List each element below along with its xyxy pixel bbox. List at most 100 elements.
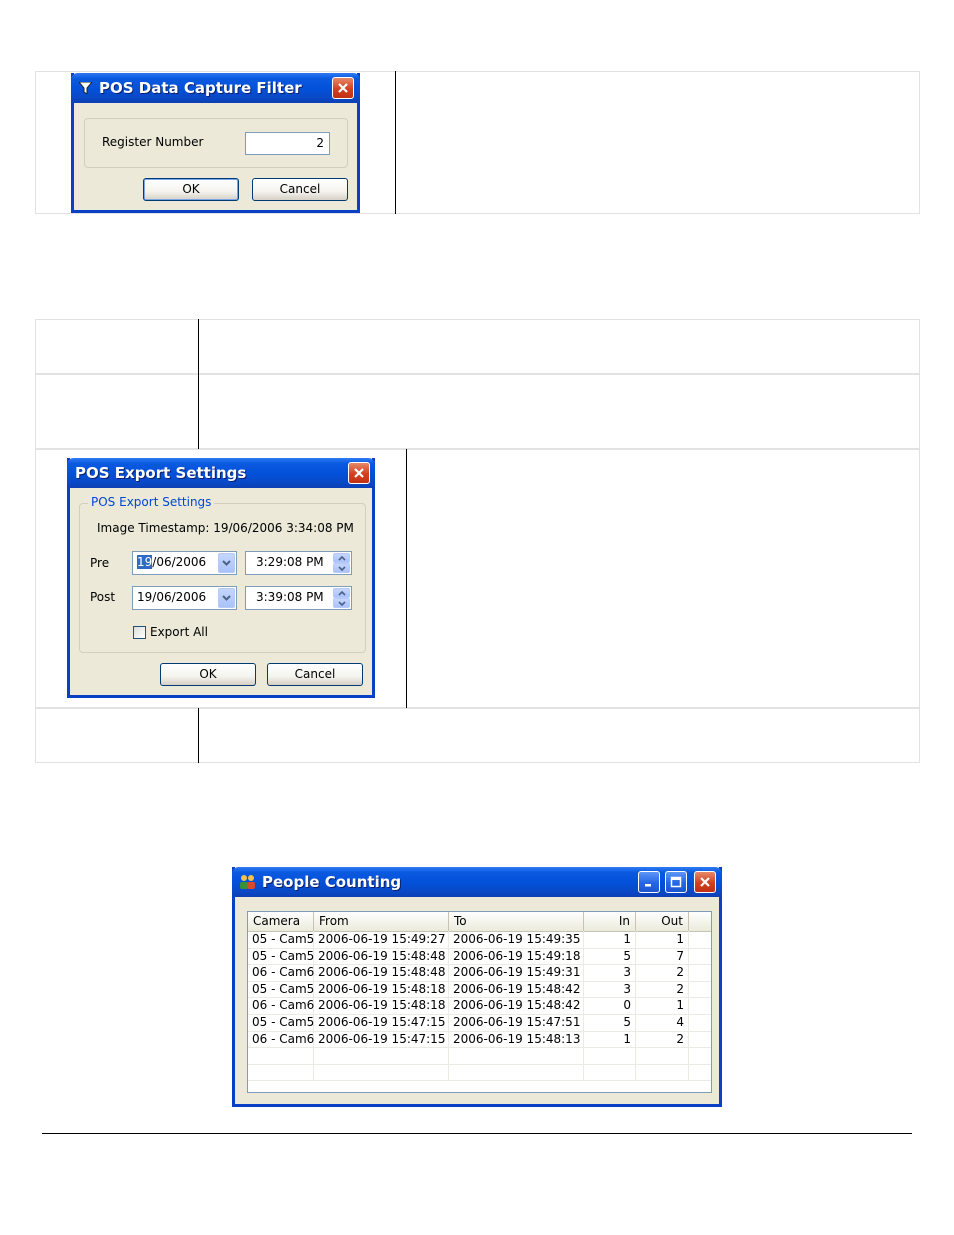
post-date-dropdown-button[interactable] (218, 588, 235, 608)
post-time-spinner[interactable]: 3:39:08 PM (245, 586, 352, 610)
dialog-title: POS Data Capture Filter (99, 79, 302, 97)
table-row[interactable]: 05 - Cam5 2006-06-19 15:47:15 2006-06-19 1… (248, 1014, 711, 1032)
doc-table-2-row-1-divider (198, 319, 199, 374)
ok-button[interactable]: OK (143, 178, 239, 201)
pre-date-rest: /06/2006 (152, 555, 207, 569)
doc-table-1-divider (395, 71, 396, 214)
table-cell: 2006-06-19 15:48:42 (449, 997, 584, 1014)
table-cell: 3 (584, 980, 636, 998)
table-cell (314, 1063, 449, 1081)
maximize-button[interactable] (665, 871, 687, 893)
image-timestamp: Image Timestamp: 19/06/2006 3:34:08 PM (97, 521, 354, 535)
people-icon (240, 875, 255, 889)
table-cell: 2 (636, 1030, 689, 1048)
chevron-down-icon (337, 600, 346, 606)
table-row[interactable]: 05 - Cam5 2006-06-19 15:48:48 2006-06-19 1… (248, 947, 711, 966)
table-cell: 2006-06-19 15:48:18 (314, 980, 449, 998)
chevron-down-icon (222, 560, 231, 566)
table-cell: 06 - Cam6 (248, 964, 314, 981)
post-time-value: 3:39:08 PM (256, 590, 324, 604)
table-cell: 2 (636, 980, 689, 998)
export-all-checkbox[interactable] (133, 626, 146, 639)
pre-date-day: 19 (137, 555, 153, 569)
column-header-to[interactable]: To (449, 912, 584, 931)
table-row[interactable]: 05 - Cam5 2006-06-19 15:49:27 2006-06-19 1… (248, 931, 711, 949)
table-cell: 2006-06-19 15:49:27 (314, 931, 449, 948)
post-time-spin-buttons[interactable] (333, 588, 350, 608)
table-row (248, 1063, 711, 1082)
table-cell: 2006-06-19 15:48:48 (314, 947, 449, 965)
title-bar[interactable]: POS Export Settings (67, 458, 375, 488)
post-label: Post (90, 590, 116, 604)
table-cell: 5 (584, 1014, 636, 1031)
chevron-down-icon (222, 595, 231, 601)
table-row[interactable]: 05 - Cam5 2006-06-19 15:48:18 2006-06-19 1… (248, 980, 711, 999)
minimize-button[interactable] (638, 871, 660, 893)
table-cell: 4 (636, 1014, 689, 1031)
table-cell (314, 1047, 449, 1064)
close-icon (700, 877, 710, 887)
spin-up-button[interactable] (333, 588, 350, 598)
funnel-icon (79, 82, 92, 94)
register-number-label: Register Number (102, 135, 204, 149)
pre-date-dropdown-button[interactable] (218, 553, 235, 573)
pos-export-settings-dialog: POS Export Settings POS Export Settings … (67, 458, 375, 698)
table-cell: 2006-06-19 15:49:35 (449, 931, 584, 948)
column-header-in[interactable]: In (584, 912, 636, 931)
table-cell (449, 1047, 584, 1064)
register-groupbox: Register Number 2 (84, 118, 348, 168)
list-body: 05 - Cam5 2006-06-19 15:49:27 2006-06-19 1… (248, 931, 711, 1092)
pre-time-spin-buttons[interactable] (333, 553, 350, 573)
table-cell (636, 1047, 689, 1064)
groupbox-label: POS Export Settings (88, 495, 215, 509)
spin-down-button[interactable] (333, 598, 350, 608)
doc-table-2-row-1 (35, 319, 920, 374)
pre-time-spinner[interactable]: 3:29:08 PM (245, 551, 352, 575)
close-button[interactable] (348, 462, 370, 484)
dialog-title: POS Export Settings (75, 464, 247, 482)
cancel-button[interactable]: Cancel (252, 178, 348, 201)
spin-up-button[interactable] (333, 553, 350, 563)
spin-down-button[interactable] (333, 563, 350, 573)
table-row[interactable]: 06 - Cam6 2006-06-19 15:47:15 2006-06-19 1… (248, 1030, 711, 1049)
table-cell: 5 (584, 947, 636, 965)
title-bar[interactable]: People Counting (232, 867, 722, 897)
export-settings-groupbox: POS Export Settings Image Timestamp: 19/… (79, 495, 366, 653)
list-header: Camera From To In Out (248, 912, 711, 932)
column-header-camera[interactable]: Camera (248, 912, 314, 931)
table-row[interactable]: 06 - Cam6 2006-06-19 15:48:48 2006-06-19 1… (248, 964, 711, 982)
minimize-icon (645, 884, 651, 887)
table-cell: 05 - Cam5 (248, 1014, 314, 1031)
doc-table-2-row-3-divider (406, 449, 407, 708)
close-icon (354, 468, 364, 478)
close-button[interactable] (332, 77, 354, 99)
people-counting-window: People Counting Camera From To In Out 05… (232, 867, 722, 1107)
table-cell: 2006-06-19 15:47:15 (314, 1014, 449, 1031)
export-all-label[interactable]: Export All (150, 625, 208, 639)
ok-button[interactable]: OK (160, 663, 256, 686)
pos-capture-filter-dialog: POS Data Capture Filter Register Number … (71, 73, 360, 213)
maximize-icon (670, 876, 682, 888)
table-cell: 2006-06-19 15:49:31 (449, 964, 584, 981)
table-cell: 2 (636, 964, 689, 981)
chevron-down-icon (337, 565, 346, 571)
close-button[interactable] (694, 871, 716, 893)
title-bar[interactable]: POS Data Capture Filter (71, 73, 360, 103)
doc-table-2-row-4 (35, 708, 920, 763)
register-number-input[interactable]: 2 (245, 132, 330, 155)
table-cell: 05 - Cam5 (248, 980, 314, 998)
table-cell: 05 - Cam5 (248, 947, 314, 965)
cancel-button[interactable]: Cancel (267, 663, 363, 686)
table-cell: 2006-06-19 15:48:13 (449, 1030, 584, 1048)
people-count-list[interactable]: Camera From To In Out 05 - Cam5 2006-06-1… (247, 911, 712, 1093)
pre-date-picker[interactable]: 19/06/2006 (132, 551, 237, 575)
column-header-out[interactable]: Out (636, 912, 689, 931)
post-date-picker[interactable]: 19/06/2006 (132, 586, 237, 610)
table-cell: 06 - Cam6 (248, 997, 314, 1014)
table-cell (636, 1063, 689, 1081)
table-cell (449, 1063, 584, 1081)
table-cell: 1 (584, 1030, 636, 1048)
column-header-from[interactable]: From (314, 912, 449, 931)
table-row[interactable]: 06 - Cam6 2006-06-19 15:48:18 2006-06-19 1… (248, 997, 711, 1015)
table-cell: 3 (584, 964, 636, 981)
